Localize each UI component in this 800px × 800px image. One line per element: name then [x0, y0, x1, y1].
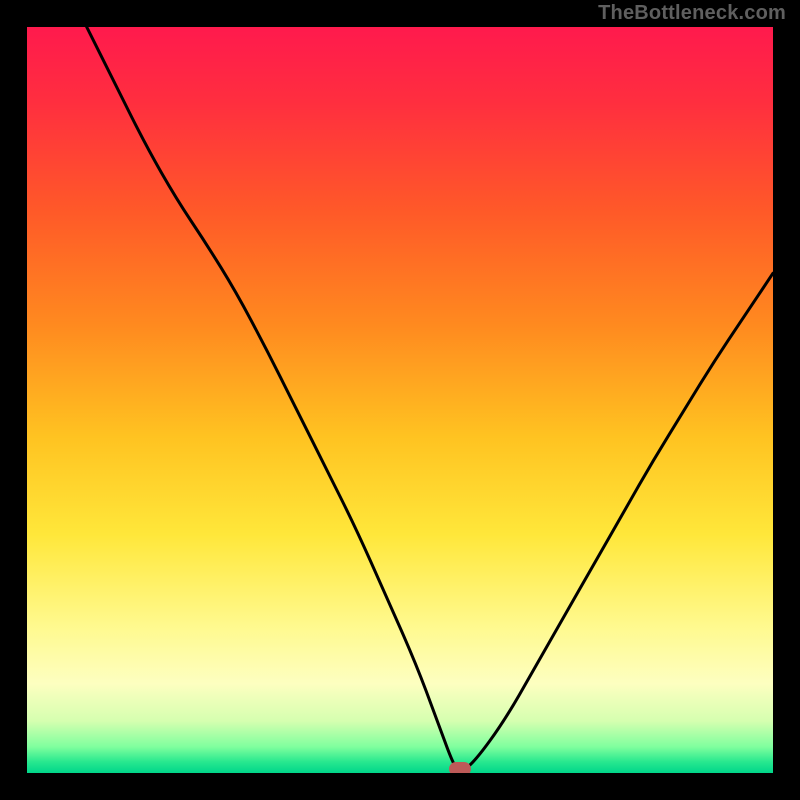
optimal-marker — [449, 762, 471, 773]
chart-frame: TheBottleneck.com — [0, 0, 800, 800]
gradient-background — [27, 27, 773, 773]
watermark-text: TheBottleneck.com — [598, 2, 786, 25]
plot-svg — [27, 27, 773, 773]
plot-area — [27, 27, 773, 773]
